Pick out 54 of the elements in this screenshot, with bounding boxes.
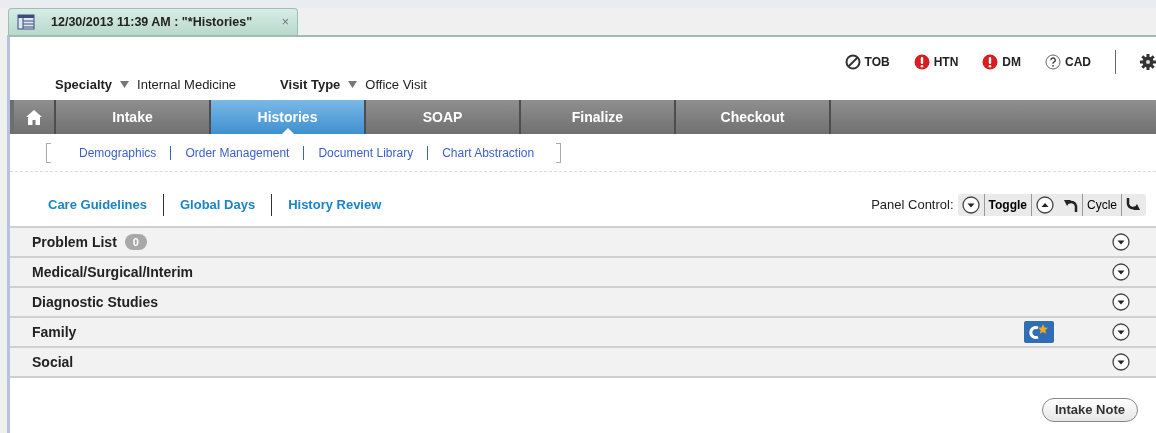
document-tab[interactable]: 12/30/2013 11:39 AM : "*Histories" × — [8, 8, 298, 35]
workflow-tab[interactable]: Intake — [54, 100, 209, 134]
view-link[interactable]: Care Guidelines — [32, 195, 163, 215]
section-title: Diagnostic Studies — [32, 292, 159, 312]
expand-icon — [1112, 233, 1130, 251]
section-header[interactable]: Medical/Surgical/Interim — [10, 256, 1156, 286]
section-header[interactable]: Problem List 0 — [10, 226, 1156, 256]
dropdown-label: Specialty — [55, 75, 113, 94]
flag-label: DM — [1002, 54, 1021, 71]
dropdown-value: Internal Medicine — [137, 75, 237, 94]
settings-icon[interactable] — [1140, 54, 1156, 70]
expand-icon — [1112, 263, 1130, 281]
alert-icon — [913, 54, 930, 70]
section-header[interactable]: Diagnostic Studies — [10, 286, 1156, 316]
prohibited-icon — [844, 54, 861, 70]
caret-icon[interactable] — [348, 80, 358, 89]
collapse-all-icon — [1036, 196, 1054, 214]
workflow-tab[interactable]: Finalize — [519, 100, 674, 134]
view-link[interactable]: Global Days — [164, 195, 272, 215]
cycle-button[interactable]: Cycle — [1082, 194, 1122, 216]
close-icon[interactable]: × — [281, 12, 289, 32]
question-icon — [1045, 54, 1061, 70]
section-title: Family — [32, 322, 77, 342]
table-icon — [17, 14, 35, 30]
nav-link[interactable]: Chart Abstraction — [428, 143, 549, 162]
toggle-button[interactable]: Toggle — [983, 194, 1032, 216]
tab-title: 12/30/2013 11:39 AM : "*Histories" — [51, 13, 253, 31]
flag-label: CAD — [1065, 54, 1091, 71]
expand-icon — [1112, 323, 1130, 341]
section-header[interactable]: Social — [10, 346, 1156, 376]
view-link[interactable]: History Review — [272, 195, 398, 215]
dropdown-value: Office Visit — [365, 75, 427, 94]
count-badge: 0 — [124, 233, 147, 251]
dropdown-label: Visit Type — [280, 75, 341, 94]
alert-icon — [982, 54, 999, 70]
section-title: Social — [32, 352, 74, 372]
workflow-tab[interactable]: Checkout — [674, 100, 829, 134]
intake-note-button[interactable]: Intake Note — [1041, 398, 1138, 422]
nav-link[interactable]: Demographics — [65, 143, 171, 162]
section-title: Problem List — [32, 232, 117, 252]
expand-icon — [1112, 353, 1130, 371]
section-title: Medical/Surgical/Interim — [32, 262, 194, 282]
flag-label: HTN — [933, 54, 959, 71]
nav-link[interactable]: Document Library — [304, 143, 428, 162]
expand-all-icon — [961, 196, 980, 214]
expand-icon — [1112, 293, 1130, 311]
panel-control-label: Panel Control: — [871, 196, 954, 215]
section-header[interactable]: Family — [10, 316, 1156, 346]
nav-link[interactable]: Order Management — [171, 143, 304, 162]
home-button[interactable] — [14, 100, 54, 134]
caret-icon[interactable] — [120, 80, 130, 89]
flag-label: TOB — [864, 54, 890, 71]
workflow-tab[interactable]: SOAP — [364, 100, 519, 134]
home-icon — [26, 109, 42, 125]
